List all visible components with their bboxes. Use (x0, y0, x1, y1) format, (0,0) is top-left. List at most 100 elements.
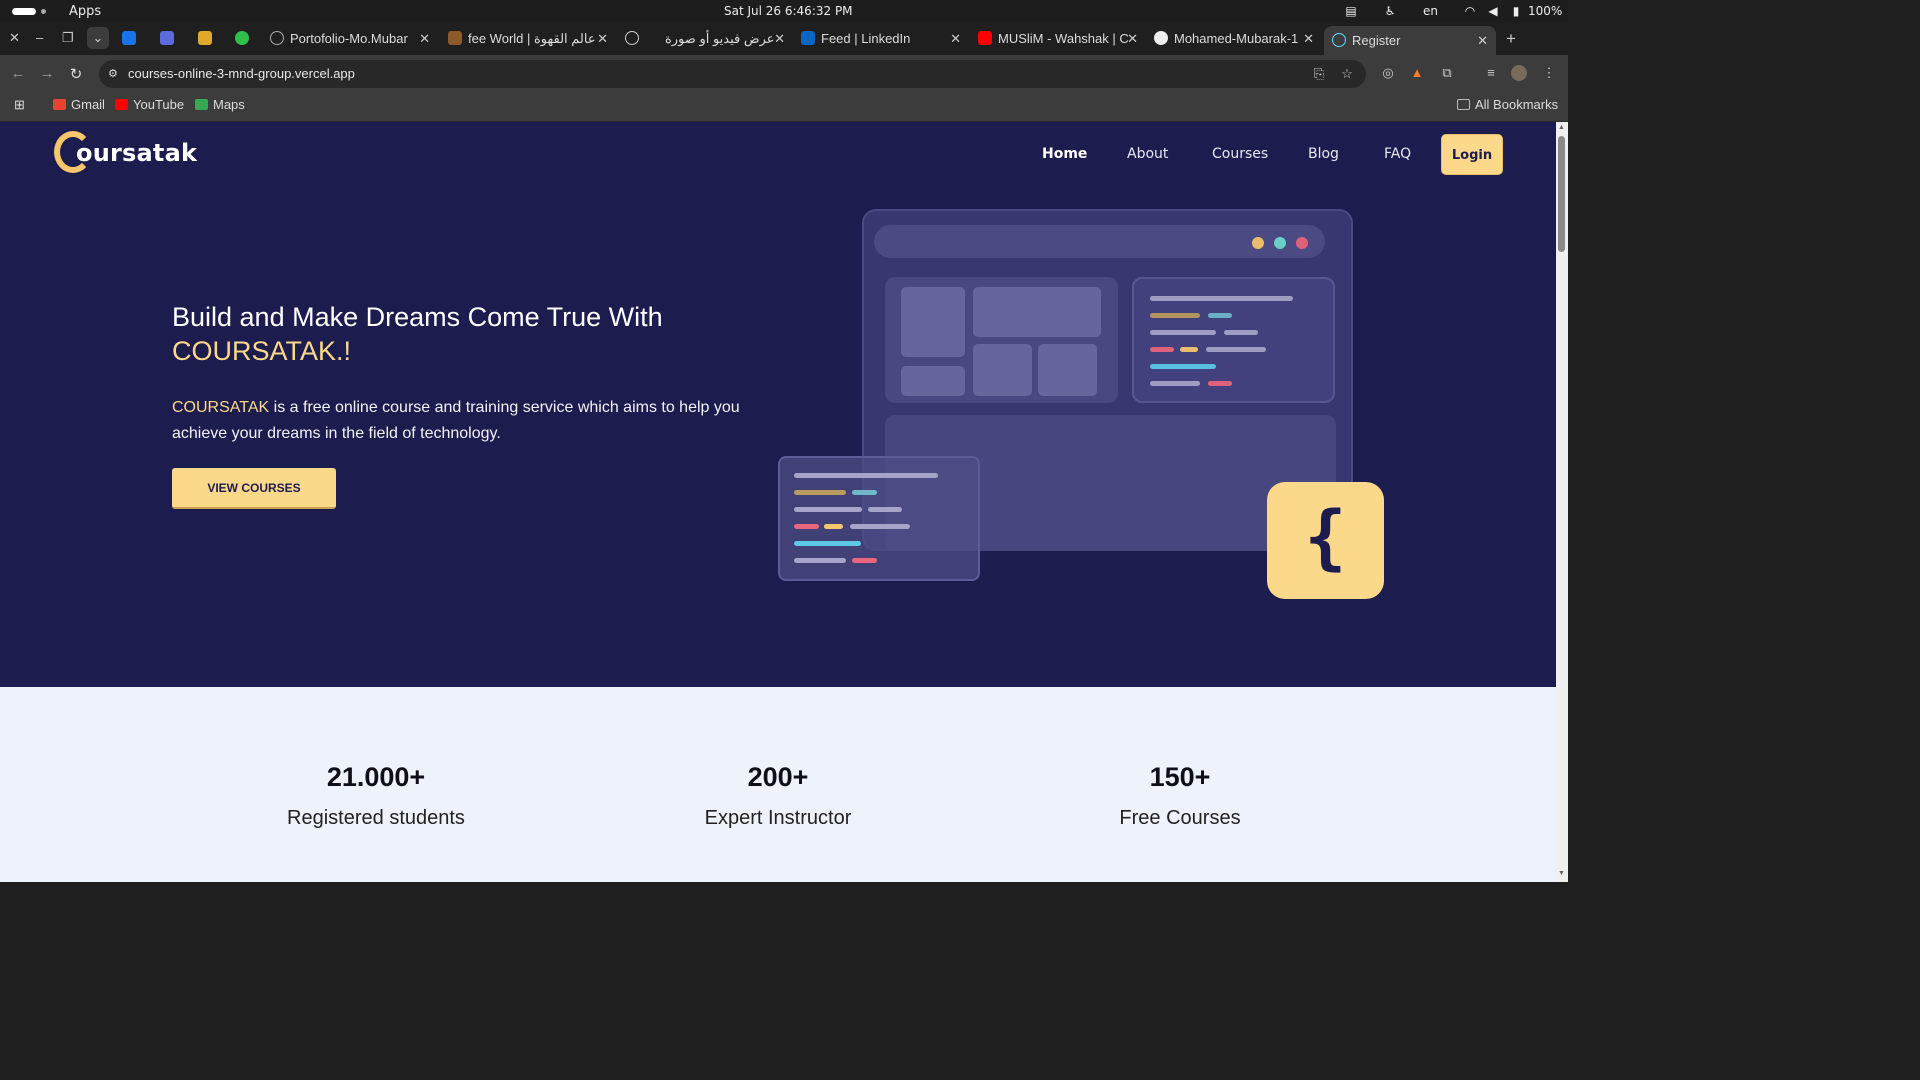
close-tab-icon[interactable]: ✕ (950, 27, 961, 51)
logo-text: oursatak (76, 139, 198, 167)
bookmark-label: YouTube (133, 97, 185, 112)
login-button[interactable]: Login (1441, 134, 1503, 175)
pinned-tab-tool[interactable] (160, 27, 176, 51)
code-line (1150, 296, 1293, 301)
nav-home[interactable]: Home (1042, 146, 1087, 162)
extension-circle-icon[interactable]: ◎ (1380, 65, 1396, 81)
tab-github[interactable]: Mohamed-Mubarak-1 ✕ (1154, 27, 1314, 51)
green-circle-icon (235, 31, 249, 45)
curly-braces-icon: { } (1267, 482, 1384, 688)
close-tab-icon[interactable]: ✕ (419, 27, 430, 51)
pinned-tab-green[interactable] (235, 27, 251, 51)
code-line (794, 507, 862, 512)
tab-register-active[interactable]: Register ✕ (1324, 26, 1496, 55)
code-line (1208, 381, 1232, 386)
close-tab-icon[interactable]: ✕ (774, 27, 785, 51)
tab-youtube[interactable]: MUSliM - Wahshak | C ✕ (978, 27, 1138, 51)
pen-icon (198, 31, 212, 45)
scroll-down-icon[interactable]: ▼ (1558, 870, 1565, 877)
workspace-dot[interactable] (41, 9, 46, 14)
reading-list-icon[interactable]: ≡ (1483, 65, 1499, 81)
language-indicator[interactable]: en (1423, 4, 1438, 18)
grid-box (1038, 344, 1097, 396)
illustration-window-bar (874, 225, 1325, 258)
code-line (1150, 313, 1200, 318)
restore-icon[interactable]: ❐ (62, 30, 74, 46)
scrollbar-thumb[interactable] (1558, 136, 1565, 252)
folder-icon (1457, 99, 1470, 110)
apps-menu[interactable]: Apps (69, 4, 101, 19)
bookmark-label: Maps (213, 97, 245, 112)
clock[interactable]: Sat Jul 26 6:46:32 PM (724, 4, 853, 18)
pinned-tab-pen[interactable] (198, 27, 214, 51)
tab-search-icon[interactable]: ⌄ (87, 27, 109, 49)
code-line (794, 524, 819, 529)
extension-fox-icon[interactable]: ▲ (1409, 65, 1425, 81)
hero-description-brand: COURSATAK (172, 399, 270, 416)
pinned-tab-outlook[interactable] (122, 27, 138, 51)
grid-box (901, 366, 965, 396)
view-courses-button[interactable]: VIEW COURSES (172, 468, 336, 509)
tab-portfolio[interactable]: Portofolio-Mo.Mubar ✕ (270, 27, 430, 51)
tab-linkedin[interactable]: Feed | LinkedIn ✕ (801, 27, 961, 51)
wifi-icon[interactable]: ◠ (1463, 4, 1477, 18)
accessibility-icon[interactable]: ♿ (1383, 4, 1397, 18)
nav-about[interactable]: About (1127, 146, 1168, 162)
workspace-indicator[interactable] (12, 8, 36, 15)
bookmark-youtube[interactable]: YouTube (115, 97, 184, 112)
nav-courses[interactable]: Courses (1212, 146, 1268, 162)
app-icon (160, 31, 174, 45)
address-bar[interactable]: ⚙ courses-online-3-mnd-group.vercel.app … (99, 60, 1366, 88)
scroll-up-icon[interactable]: ▲ (1558, 124, 1565, 131)
reload-icon[interactable]: ↻ (67, 65, 85, 83)
hero-title: Build and Make Dreams Come True With COU… (172, 300, 792, 368)
stat-label: Registered students (287, 807, 465, 829)
bookmarks-bar: ⊞ Gmail YouTube Maps All Bookmarks (0, 92, 1568, 122)
profile-avatar[interactable] (1511, 65, 1527, 81)
code-line (794, 473, 938, 478)
close-window-icon[interactable]: ✕ (9, 30, 20, 46)
tab-label: Mohamed-Mubarak-1 (1174, 31, 1299, 46)
code-line (1150, 381, 1200, 386)
extensions-puzzle-icon[interactable]: ⧉ (1439, 65, 1455, 81)
page-scrollbar[interactable]: ▲ ▼ (1556, 122, 1568, 882)
minimize-icon[interactable]: – (36, 30, 43, 45)
bookmark-maps[interactable]: Maps (195, 97, 245, 112)
menu-kebab-icon[interactable]: ⋮ (1541, 65, 1557, 81)
site-info-icon[interactable]: ⚙ (108, 67, 121, 80)
all-bookmarks[interactable]: All Bookmarks (1457, 97, 1558, 112)
nav-blog[interactable]: Blog (1308, 146, 1339, 162)
volume-icon[interactable]: ◀ (1486, 4, 1500, 18)
close-tab-icon[interactable]: ✕ (1477, 26, 1488, 55)
forward-icon[interactable]: → (38, 65, 56, 82)
apps-grid-icon[interactable]: ⊞ (14, 97, 25, 113)
bookmark-star-icon[interactable]: ☆ (1339, 66, 1355, 82)
clipboard-icon[interactable]: ▤ (1344, 4, 1358, 18)
stat-value: 21.000+ (326, 762, 426, 792)
window-dot-teal (1274, 237, 1286, 249)
code-line (1206, 347, 1266, 352)
close-tab-icon[interactable]: ✕ (1127, 27, 1138, 51)
close-tab-icon[interactable]: ✕ (597, 27, 608, 51)
tab-label: Portofolio-Mo.Mubar (290, 31, 408, 46)
back-icon[interactable]: ← (9, 65, 27, 82)
grid-box (973, 287, 1101, 337)
battery-icon[interactable]: ▮ (1509, 4, 1523, 18)
code-line (1208, 313, 1232, 318)
os-top-bar: Apps Sat Jul 26 6:46:32 PM ▤ ♿ en ◠ ◀ ▮ … (0, 0, 1568, 23)
tab-coffee-world[interactable]: fee World | عالم القهوة ✕ (448, 27, 608, 51)
install-app-icon[interactable]: ⎘ (1311, 66, 1327, 82)
code-line (1150, 330, 1216, 335)
bookmark-gmail[interactable]: Gmail (53, 97, 105, 112)
new-tab-icon[interactable]: + (1506, 29, 1516, 49)
url-text[interactable]: courses-online-3-mnd-group.vercel.app (128, 66, 355, 81)
code-line (1150, 364, 1216, 369)
stat-label: Free Courses (1119, 807, 1241, 829)
nav-faq[interactable]: FAQ (1384, 146, 1411, 162)
grid-box (973, 344, 1032, 396)
tab-video[interactable]: عرض فيديو أو صورة ✕ (625, 27, 785, 51)
illustration-grid-panel (885, 277, 1118, 403)
code-line (1180, 347, 1198, 352)
close-tab-icon[interactable]: ✕ (1303, 27, 1314, 51)
youtube-icon (115, 99, 128, 110)
